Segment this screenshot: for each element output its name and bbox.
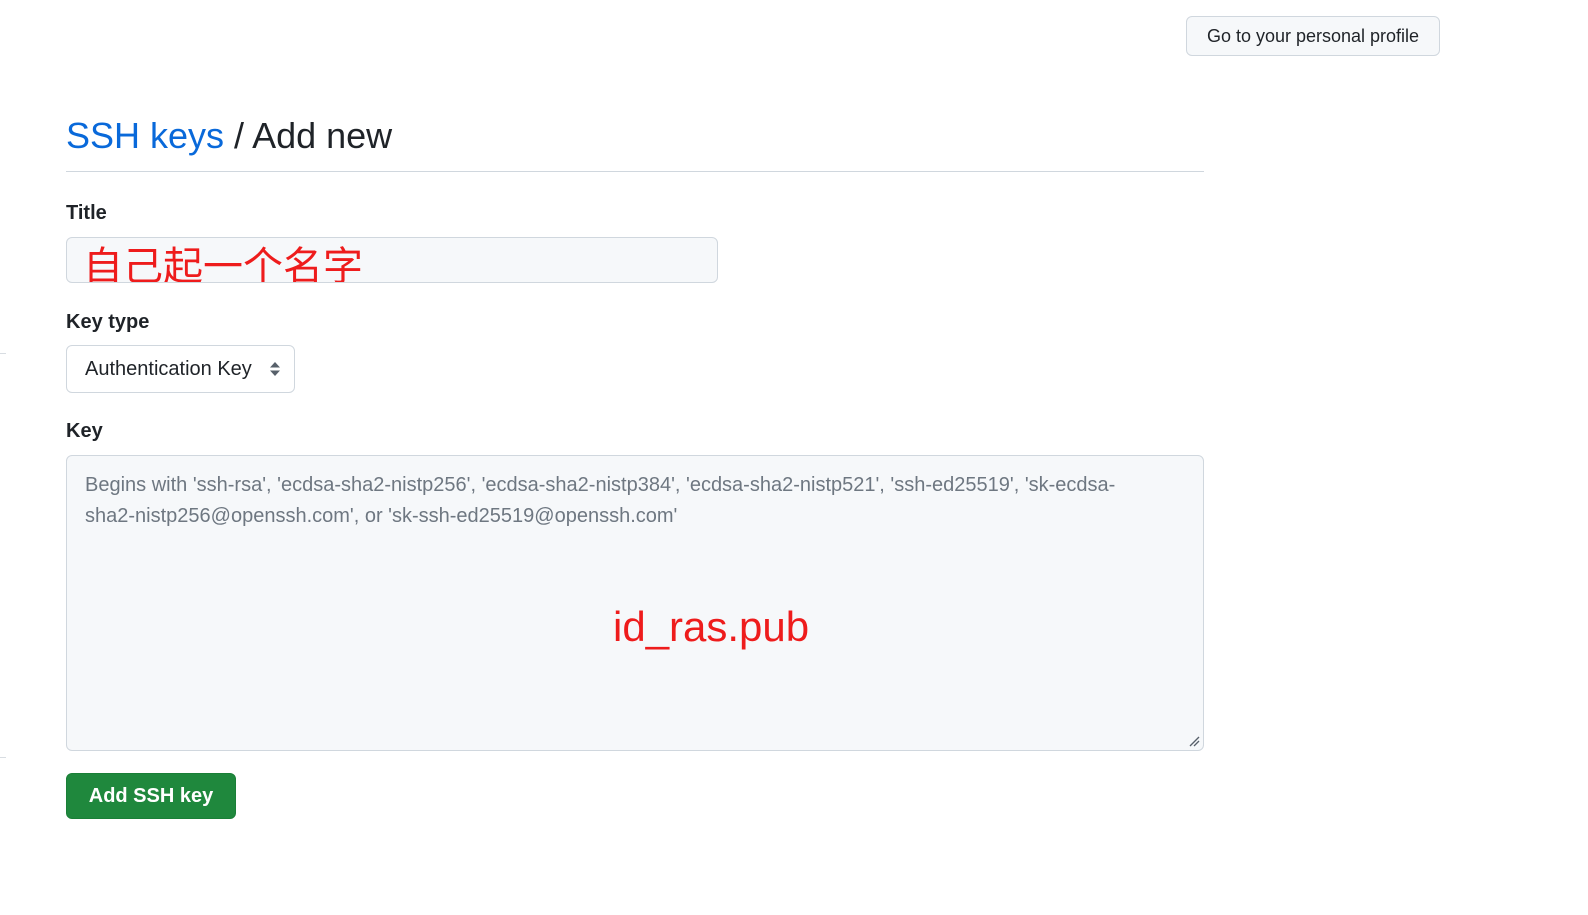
header-divider [66, 171, 1204, 172]
title-label: Title [66, 202, 107, 224]
resize-grip-icon[interactable] [1188, 735, 1200, 747]
add-ssh-key-button[interactable]: Add SSH key [66, 773, 236, 819]
title-annotation: 自己起一个名字 [83, 244, 363, 283]
key-label: Key [66, 420, 103, 442]
edge-divider-mark [0, 353, 6, 354]
key-textarea[interactable]: Begins with 'ssh-rsa', 'ecdsa-sha2-nistp… [66, 455, 1204, 751]
go-to-profile-button[interactable]: Go to your personal profile [1186, 16, 1440, 56]
breadcrumb-separator: / [224, 115, 253, 156]
select-up-down-icon [270, 362, 280, 376]
page-title: SSH keys / Add new [66, 112, 392, 160]
edge-divider-mark [0, 757, 6, 758]
key-placeholder: Begins with 'ssh-rsa', 'ecdsa-sha2-nistp… [85, 474, 1116, 527]
key-type-label: Key type [66, 311, 150, 333]
key-annotation: id_ras.pub [613, 603, 810, 650]
key-type-selected-value: Authentication Key [85, 357, 252, 380]
breadcrumb-ssh-keys-link[interactable]: SSH keys [66, 115, 224, 156]
key-type-select[interactable]: Authentication Key [66, 345, 295, 393]
breadcrumb-current: Add new [252, 115, 393, 156]
title-input[interactable]: 自己起一个名字 [66, 237, 718, 283]
